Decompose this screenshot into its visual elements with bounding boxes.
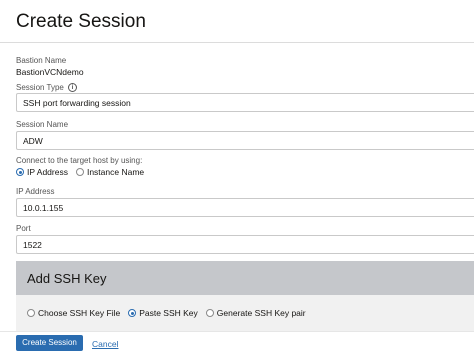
page-title: Create Session	[16, 11, 146, 32]
ssh-key-radio-group: Choose SSH Key File Paste SSH Key Genera…	[27, 308, 314, 318]
create-session-button[interactable]: Create Session	[16, 335, 83, 351]
generate-ssh-key-pair-label[interactable]: Generate SSH Key pair	[217, 308, 306, 318]
add-ssh-key-header: Add SSH Key	[16, 261, 474, 295]
ip-address-value: 10.0.1.155	[23, 203, 64, 213]
ip-address-radio[interactable]	[16, 168, 24, 176]
bastion-name-label: Bastion Name	[16, 56, 67, 65]
session-type-select[interactable]: SSH port forwarding session	[16, 93, 474, 112]
session-name-input[interactable]: ADW	[16, 131, 474, 150]
instance-name-radio-label[interactable]: Instance Name	[87, 167, 144, 177]
port-input[interactable]: 1522	[16, 235, 474, 254]
connect-target-label: Connect to the target host by using:	[16, 156, 143, 165]
ip-address-input[interactable]: 10.0.1.155	[16, 198, 474, 217]
info-icon[interactable]: i	[68, 83, 77, 92]
paste-ssh-key-radio[interactable]	[128, 309, 137, 317]
generate-ssh-key-pair-radio[interactable]	[205, 309, 214, 317]
port-value: 1522	[23, 240, 42, 250]
instance-name-radio[interactable]	[75, 168, 84, 176]
session-type-label: Session Type	[16, 83, 64, 92]
add-ssh-key-title: Add SSH Key	[27, 271, 107, 286]
paste-ssh-key-label[interactable]: Paste SSH Key	[139, 308, 198, 318]
ip-address-label: IP Address	[16, 187, 55, 196]
add-ssh-key-panel: Add SSH Key Choose SSH Key File Paste SS…	[16, 261, 474, 331]
choose-ssh-key-file-radio[interactable]	[27, 309, 35, 317]
dialog-header: Create Session	[0, 0, 474, 43]
session-type-value: SSH port forwarding session	[23, 98, 131, 108]
session-name-label: Session Name	[16, 120, 69, 129]
cancel-link[interactable]: Cancel	[92, 339, 118, 349]
choose-ssh-key-file-label[interactable]: Choose SSH Key File	[38, 308, 120, 318]
session-name-value: ADW	[23, 136, 43, 146]
ip-address-radio-label[interactable]: IP Address	[27, 167, 68, 177]
connect-target-radio-group: IP Address Instance Name	[16, 167, 152, 177]
bastion-name-value: BastionVCNdemo	[16, 67, 84, 77]
port-label: Port	[16, 224, 31, 233]
